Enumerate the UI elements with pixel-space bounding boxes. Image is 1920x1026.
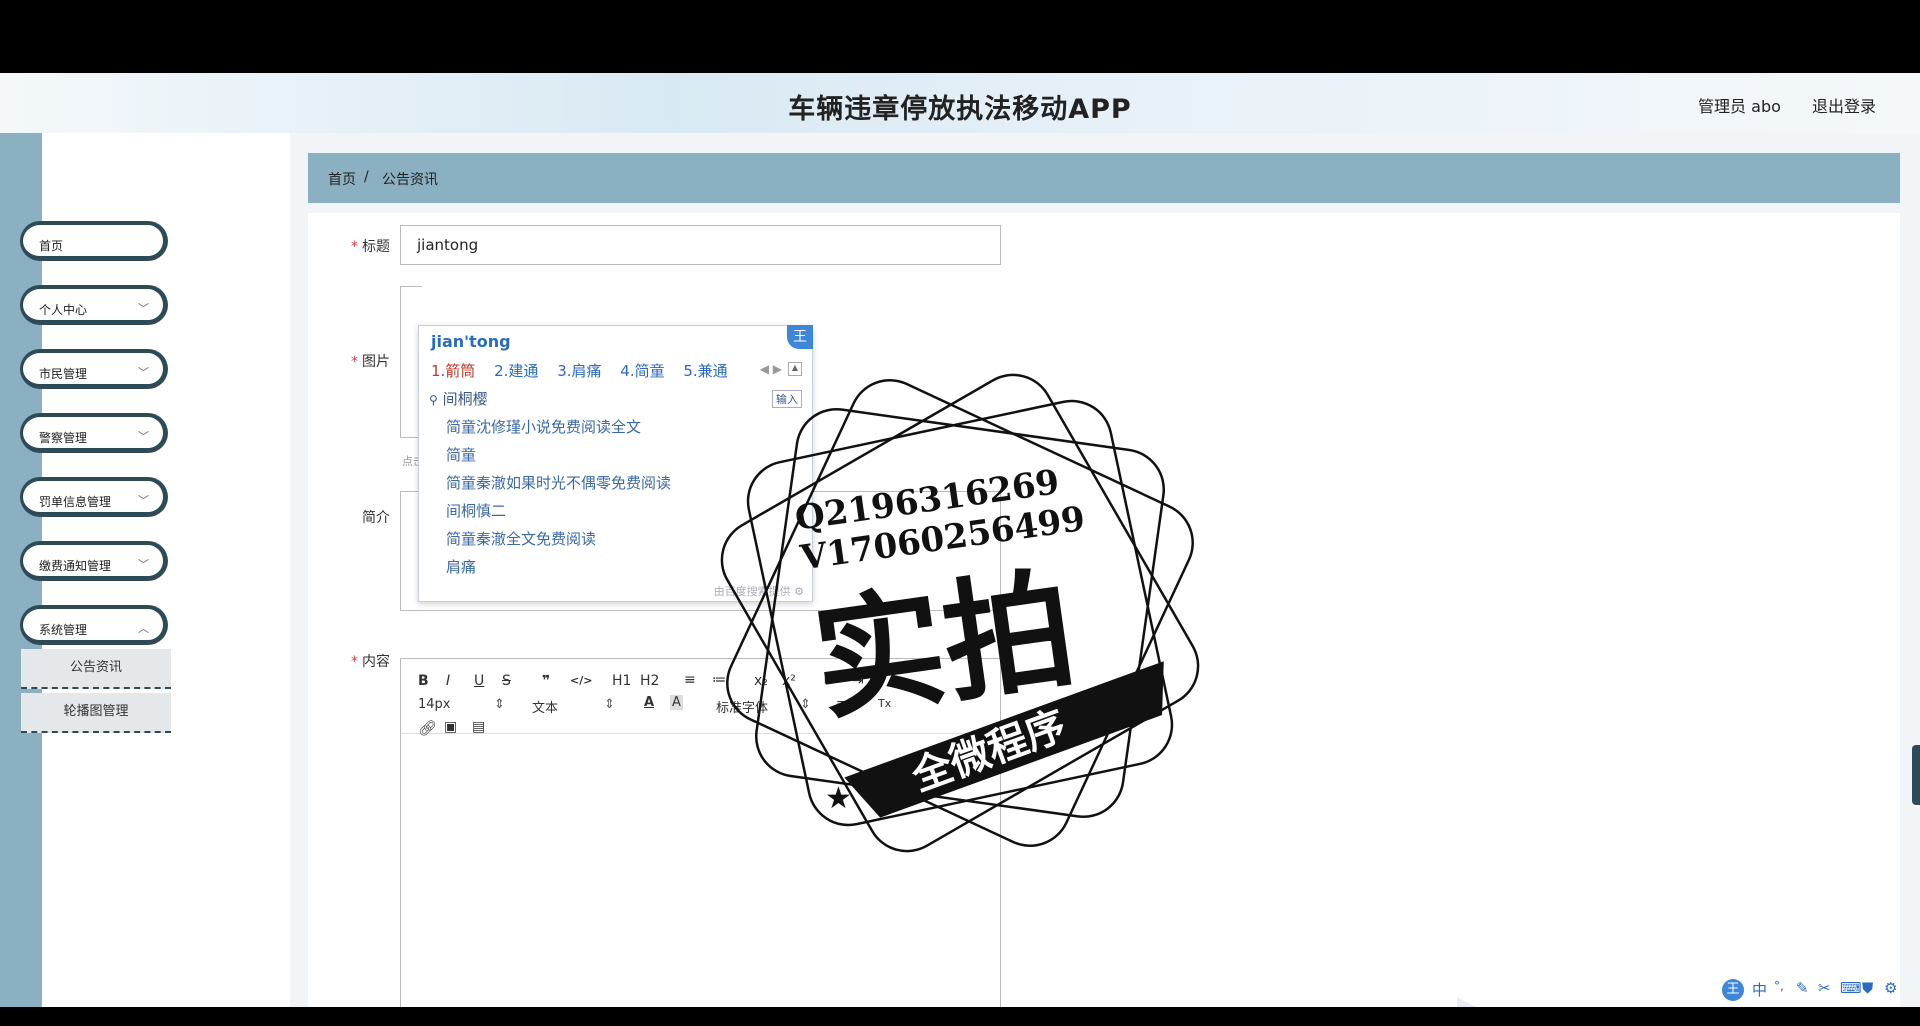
- star-icon: ★: [825, 781, 852, 816]
- star-icon: ★: [1110, 671, 1137, 706]
- sidebar-item-ticket-management[interactable]: 罚单信息管理 ﹀: [20, 477, 168, 517]
- ime-suggestion-item[interactable]: 简童秦澈如果时光不偶零免费阅读: [446, 472, 671, 493]
- corner-logo-icon: [1457, 997, 1476, 1007]
- content-label: * 内容: [351, 654, 390, 670]
- sidebar-item-payment-notice[interactable]: 缴费通知管理 ﹀: [20, 541, 168, 581]
- sidebar-item-home[interactable]: 首页: [20, 221, 168, 261]
- ime-candidate[interactable]: 1.箭筒: [431, 362, 475, 380]
- breadcrumb-home[interactable]: 首页: [328, 169, 356, 189]
- ime-suggestion-item[interactable]: 简童沈修瑾小说免费阅读全文: [446, 416, 641, 437]
- sidebar-item-personal-center[interactable]: 个人中心 ﹀: [20, 285, 168, 325]
- keyboard-icon[interactable]: ⌨: [1840, 979, 1862, 997]
- sidebar-item-system-management[interactable]: 系统管理 ︿: [20, 605, 168, 645]
- sidebar-subitem-carousel[interactable]: 轮播图管理: [21, 693, 171, 733]
- chevron-down-icon: ﹀: [138, 302, 149, 315]
- chevron-down-icon: ﹀: [138, 430, 149, 443]
- ime-logo-badge: 王: [787, 325, 813, 349]
- image-label: * 图片: [351, 354, 390, 370]
- sidebar-item-label: 罚单信息管理: [39, 495, 112, 509]
- chevron-down-icon: ﹀: [138, 366, 149, 379]
- punctuation-icon[interactable]: °,: [1774, 979, 1784, 993]
- ime-suggestion-item[interactable]: 间桐慎二: [446, 500, 506, 521]
- background-color-icon[interactable]: A: [670, 695, 683, 710]
- ime-tray-lang[interactable]: 中: [1752, 979, 1767, 1000]
- chevron-down-icon: ︿: [138, 622, 149, 635]
- code-block-button[interactable]: </>: [570, 674, 592, 687]
- search-icon: ⚲: [429, 393, 438, 407]
- ime-candidates: 1.箭筒 2.建通 3.肩痛 4.简童 5.兼通: [431, 360, 742, 381]
- app-title: 车辆违章停放执法移动APP: [788, 94, 1132, 125]
- ordered-list-button[interactable]: ≡: [684, 672, 696, 688]
- watermark-stamp: Q2196316269 V17060256499 实拍 全微程序 ★ ★: [720, 373, 1200, 853]
- scrollbar-handle[interactable]: [1912, 745, 1920, 805]
- breadcrumb-current: 公告资讯: [382, 172, 438, 188]
- shirt-icon[interactable]: ⛊: [1862, 979, 1873, 997]
- font-size-select-arrow: ⇕: [494, 697, 505, 712]
- ime-pinyin-text: jian'tong: [431, 332, 511, 351]
- underline-button[interactable]: U: [474, 673, 484, 689]
- bold-button[interactable]: B: [418, 673, 429, 689]
- video-icon[interactable]: ▤: [472, 719, 485, 735]
- app-window: 车辆违章停放执法移动APP 管理员 abo 退出登录 首页 个人中心 ﹀ 市民管…: [0, 73, 1920, 1007]
- admin-user-label: 管理员 abo: [1698, 97, 1781, 116]
- ime-search-suggestion[interactable]: ⚲ 间桐樱: [429, 388, 488, 409]
- breadcrumb: 首页 / 公告资讯: [308, 153, 1900, 203]
- sidebar-item-label: 市民管理: [39, 367, 88, 381]
- italic-button[interactable]: I: [446, 673, 450, 689]
- logout-link[interactable]: 退出登录: [1812, 97, 1876, 116]
- sidebar-item-label: 首页: [39, 239, 64, 253]
- header-user-area: 管理员 abo 退出登录: [1672, 93, 1876, 117]
- ime-tray-badge[interactable]: 王: [1722, 979, 1744, 1001]
- chevron-down-icon: ﹀: [138, 558, 149, 571]
- ime-suggestion-item[interactable]: 简童: [446, 444, 476, 465]
- strike-button[interactable]: S: [502, 673, 511, 689]
- title-input-value: jiantong: [417, 236, 479, 254]
- sidebar-item-label: 个人中心: [39, 303, 88, 317]
- block-type-select-arrow: ⇕: [604, 697, 615, 712]
- sidebar-item-label: 缴费通知管理: [39, 559, 112, 573]
- h2-button[interactable]: H2: [640, 673, 659, 689]
- pen-icon[interactable]: ✎: [1796, 979, 1809, 997]
- scissors-icon[interactable]: ✂: [1818, 979, 1831, 997]
- ime-suggestion-item[interactable]: 肩痛: [446, 556, 476, 577]
- title-label: * 标题: [351, 239, 390, 255]
- chevron-down-icon: ﹀: [138, 494, 149, 507]
- block-type-select[interactable]: 文本: [532, 697, 558, 716]
- settings-icon[interactable]: ⚙: [1884, 979, 1897, 997]
- font-size-select[interactable]: 14px: [418, 697, 451, 712]
- sidebar-item-citizen-management[interactable]: 市民管理 ﹀: [20, 349, 168, 389]
- sidebar-item-police-management[interactable]: 警察管理 ﹀: [20, 413, 168, 453]
- ime-candidate[interactable]: 4.简童: [620, 362, 664, 380]
- sidebar-item-label: 系统管理: [39, 623, 88, 637]
- ime-candidate[interactable]: 2.建通: [494, 362, 538, 380]
- ime-candidate[interactable]: 3.肩痛: [557, 362, 601, 380]
- link-icon[interactable]: 🔗︎: [418, 719, 437, 737]
- intro-label: 简介: [362, 510, 390, 526]
- breadcrumb-separator: /: [364, 169, 369, 185]
- top-header: 车辆违章停放执法移动APP 管理员 abo 退出登录: [0, 73, 1920, 133]
- sidebar: 首页 个人中心 ﹀ 市民管理 ﹀ 警察管理 ﹀ 罚单信息管理 ﹀ 缴费通知管理 …: [0, 133, 290, 1007]
- sidebar-item-label: 警察管理: [39, 431, 88, 445]
- font-color-icon[interactable]: A: [644, 695, 654, 710]
- title-input[interactable]: jiantong: [400, 225, 1001, 265]
- image-icon[interactable]: ▣: [444, 719, 457, 735]
- sidebar-subitem-announcements[interactable]: 公告资讯: [21, 649, 171, 689]
- ime-suggestion-item[interactable]: 简童秦澈全文免费阅读: [446, 528, 596, 549]
- h1-button[interactable]: H1: [612, 673, 631, 689]
- ime-tray: 王 中 °, ✎ ✂ ⌨ ⛊ ⚙: [1720, 977, 1920, 1007]
- blockquote-button[interactable]: ❞: [542, 673, 550, 689]
